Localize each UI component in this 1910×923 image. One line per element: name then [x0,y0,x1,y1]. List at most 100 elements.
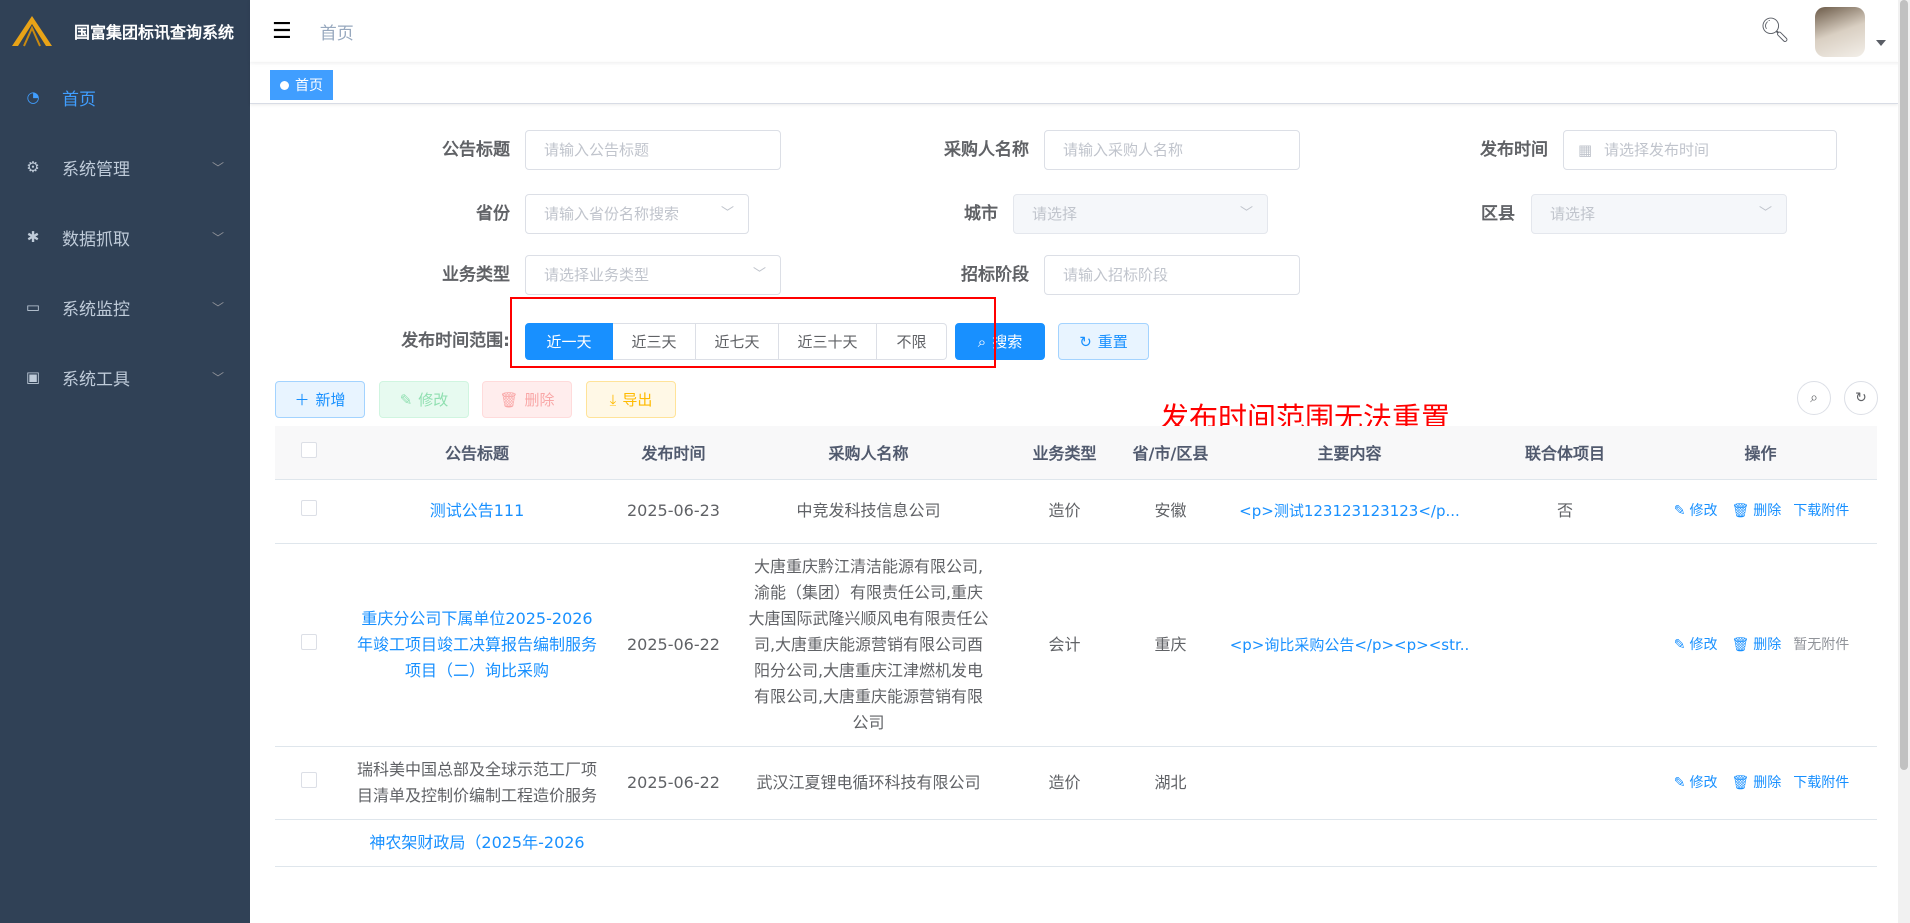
edit-label: 修改 [1689,774,1718,791]
title-cell[interactable]: 神农架财政局（2025年-2026 [343,819,611,867]
search-label: 搜索 [992,333,1023,351]
select-all-checkbox[interactable] [301,442,317,459]
app-title: 国富集团标讯查询系统 [74,23,235,42]
pencil-icon: ✎ [1673,636,1686,653]
caret-down-icon[interactable] [1876,40,1886,46]
title-cell[interactable]: 重庆分公司下属单位2025-2026年竣工项目竣工决算报告编制服务项目（二）询比… [343,543,611,747]
sidebar-item-4[interactable]: ▣ 系统工具 ﹀ [0,342,250,412]
scrollbar-thumb[interactable] [1900,0,1908,770]
trash-icon: 🗑︎ [1731,503,1750,519]
city-select[interactable]: 请选择 ﹀ [1013,194,1268,234]
column-header: 主要内容 [1213,426,1486,480]
column-header: 发布时间 [611,426,736,480]
edit-link[interactable]: ✎ 修改 [1672,637,1720,653]
avatar[interactable] [1815,7,1865,57]
export-button[interactable]: ⤓ 导出 [586,381,676,418]
scrollbar[interactable] [1898,0,1910,923]
edit-link[interactable]: ✎ 修改 [1672,503,1720,519]
stage-label: 招标阶段 [961,265,1029,285]
title-cell[interactable]: 测试公告111 [343,479,611,544]
header-search-icon[interactable]: 🔍︎ [1760,16,1790,44]
chevron-down-icon: ﹀ [211,230,224,245]
province-select[interactable]: 请输入省份名称搜索 ﹀ [525,194,749,234]
logo-icon [12,16,52,47]
attachment-link: 暂无附件 [1793,636,1850,653]
content-cell: <p>测试123123123123</p... [1213,479,1486,544]
tag-home[interactable]: 首页 [270,70,333,100]
actions-cell: ✎ 修改 🗑︎ 删除 下载附件 [1644,479,1877,544]
sidebar: 国富集团标讯查询系统 ◔ 首页 ⚙ 系统管理 ﹀ ✱ 数据抓取 ﹀ ▭ 系统监控 ﹀ ▣ 系统工具 ﹀ [0,0,250,923]
checkbox-cell [275,479,343,544]
sidebar-item-0[interactable]: ◔ 首页 [0,62,250,132]
column-header: 操作 [1644,426,1877,480]
breadcrumb[interactable]: 首页 [320,19,354,44]
district-placeholder: 请选择 [1550,205,1596,223]
edit-label: 修改 [418,391,449,409]
buyer-input[interactable]: 请输入采购人名称 [1044,130,1300,170]
attachment-link[interactable]: 下载附件 [1793,775,1849,791]
content-cell [1213,746,1486,820]
range-label: 发布时间范围: [401,331,510,351]
sidebar-item-label: 数据抓取 [62,229,130,250]
logo[interactable]: 国富集团标讯查询系统 [0,0,250,62]
column-header: 业务类型 [1001,426,1128,480]
delete-label: 删除 [524,391,555,409]
download-icon: ⤓ [609,390,617,409]
district-select[interactable]: 请选择 ﹀ [1531,194,1787,234]
dashboard-icon: ◔ [26,88,40,106]
date-cell: 2025-06-23 [611,479,736,544]
delete-button[interactable]: 🗑︎ 删除 [482,381,572,418]
tags-view: 首页 [250,62,1898,104]
column-header: 联合体项目 [1486,426,1644,480]
delete-link[interactable]: 🗑︎ 删除 [1729,503,1783,519]
content-link[interactable]: <p>询比采购公告</p><p><str.. [1225,632,1474,658]
pubtime-picker[interactable]: ▦ 请选择发布时间 [1563,130,1837,170]
add-button[interactable]: ＋ 新增 [275,381,365,418]
buyer-cell: 中竞发科技信息公司 [736,479,1001,544]
row-checkbox[interactable] [301,771,317,788]
checkbox-cell [275,746,343,820]
sidebar-item-2[interactable]: ✱ 数据抓取 ﹀ [0,202,250,272]
date-cell: 2025-06-22 [611,746,736,820]
edit-button[interactable]: ✎ 修改 [379,381,469,418]
export-label: 导出 [622,391,653,409]
joint-cell [1486,543,1644,747]
stage-input[interactable]: 请输入招标阶段 [1044,255,1300,295]
buyer-label: 采购人名称 [944,140,1029,160]
delete-link[interactable]: 🗑︎ 删除 [1729,637,1783,653]
content-link[interactable]: <p>测试123123123123</p... [1225,498,1474,524]
type-cell: 会计 [1001,543,1128,747]
chevron-down-icon: ﹀ [211,300,224,315]
refresh-button[interactable]: ↻ [1844,381,1878,415]
sidebar-item-3[interactable]: ▭ 系统监控 ﹀ [0,272,250,342]
refresh-icon: ↻ [1079,332,1092,351]
city-label: 城市 [964,204,998,224]
attachment-link[interactable]: 下载附件 [1793,503,1849,519]
title-input[interactable]: 请输入公告标题 [525,130,781,170]
row-checkbox[interactable] [301,500,317,516]
province-placeholder: 请输入省份名称搜索 [544,205,680,223]
column-header: 省/市/区县 [1128,426,1213,480]
monitor-icon: ▭ [25,298,41,316]
reset-label: 重置 [1097,333,1128,351]
trash-icon: 🗑︎ [499,390,519,409]
buyer-cell [736,819,1001,867]
delete-label: 删除 [1753,636,1782,653]
row-checkbox[interactable] [301,633,317,650]
delete-link[interactable]: 🗑︎ 删除 [1729,775,1783,791]
sidebar-item-1[interactable]: ⚙ 系统管理 ﹀ [0,132,250,202]
region-cell: 湖北 [1128,746,1213,820]
checkbox-cell [275,819,343,867]
biz-select[interactable]: 请选择业务类型 ﹀ [525,255,781,295]
title-cell: 瑞科美中国总部及全球示范工厂项目清单及控制价编制工程造价服务 [343,746,611,820]
edit-link[interactable]: ✎ 修改 [1672,775,1720,791]
toggle-search-button[interactable]: ⌕ [1797,381,1831,415]
column-header: 采购人名称 [736,426,1001,480]
edit-label: 修改 [1689,636,1718,653]
joint-cell [1486,819,1644,867]
reset-button[interactable]: ↻ 重置 [1058,323,1149,360]
dot-icon [280,80,289,90]
date-cell: 2025-06-22 [611,543,736,747]
trash-icon: 🗑︎ [1731,774,1750,791]
hamburger-icon[interactable]: ☰ [272,19,292,44]
